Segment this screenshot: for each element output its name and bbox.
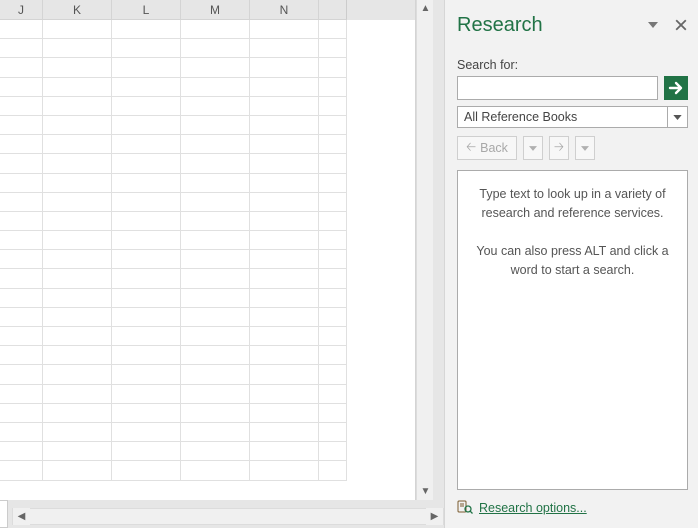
column-header[interactable]: L bbox=[112, 0, 181, 20]
search-input[interactable] bbox=[457, 76, 658, 100]
forward-button[interactable]: 🡢 bbox=[549, 136, 569, 160]
back-button[interactable]: 🡠 Back bbox=[457, 136, 517, 160]
search-for-label: Search for: bbox=[457, 58, 688, 72]
scroll-down-button[interactable]: ▼ bbox=[417, 483, 434, 500]
column-header[interactable]: K bbox=[43, 0, 112, 20]
reference-source-select[interactable]: All Reference Books bbox=[457, 106, 668, 128]
hint-text: You can also press ALT and click a word … bbox=[470, 242, 675, 281]
worksheet-area: J K L M N bbox=[0, 0, 444, 528]
scroll-right-button[interactable]: ▶ bbox=[426, 508, 443, 525]
column-header[interactable]: M bbox=[181, 0, 250, 20]
back-button-label: Back bbox=[480, 141, 508, 155]
horizontal-scrollbar[interactable]: ◀ ▶ bbox=[12, 508, 444, 525]
spreadsheet-grid[interactable]: J K L M N bbox=[0, 0, 416, 500]
cells-area[interactable] bbox=[0, 20, 415, 500]
close-pane-button[interactable] bbox=[674, 18, 688, 32]
vertical-scrollbar[interactable]: ▲ ▼ bbox=[416, 0, 433, 500]
column-header-row: J K L M N bbox=[0, 0, 415, 20]
research-options-icon bbox=[457, 499, 473, 518]
scroll-track[interactable] bbox=[417, 17, 433, 483]
hint-text: Type text to look up in a variety of res… bbox=[470, 185, 675, 224]
arrow-left-icon: 🡠 bbox=[466, 138, 476, 159]
start-search-button[interactable] bbox=[664, 76, 688, 100]
sheet-tab-stub[interactable] bbox=[0, 500, 8, 528]
scroll-up-button[interactable]: ▲ bbox=[417, 0, 434, 17]
arrow-right-icon: 🡢 bbox=[554, 138, 564, 159]
column-header[interactable]: N bbox=[250, 0, 319, 20]
reference-source-value: All Reference Books bbox=[464, 109, 577, 125]
pane-options-dropdown[interactable] bbox=[646, 18, 660, 32]
results-area: Type text to look up in a variety of res… bbox=[457, 170, 688, 490]
research-task-pane: Research Search for: All Reference Books… bbox=[444, 0, 698, 528]
column-header[interactable]: J bbox=[0, 0, 43, 20]
arrow-right-icon bbox=[668, 80, 684, 96]
reference-source-dropdown[interactable] bbox=[668, 106, 688, 128]
column-header[interactable] bbox=[319, 0, 347, 20]
pane-title: Research bbox=[457, 14, 543, 37]
sheet-bottom-bar: ◀ ▶ bbox=[0, 500, 444, 528]
forward-history-dropdown[interactable] bbox=[575, 136, 595, 160]
scroll-track[interactable] bbox=[30, 509, 426, 524]
research-options-link[interactable]: Research options... bbox=[479, 501, 587, 515]
scroll-left-button[interactable]: ◀ bbox=[13, 508, 30, 525]
back-history-dropdown[interactable] bbox=[523, 136, 543, 160]
